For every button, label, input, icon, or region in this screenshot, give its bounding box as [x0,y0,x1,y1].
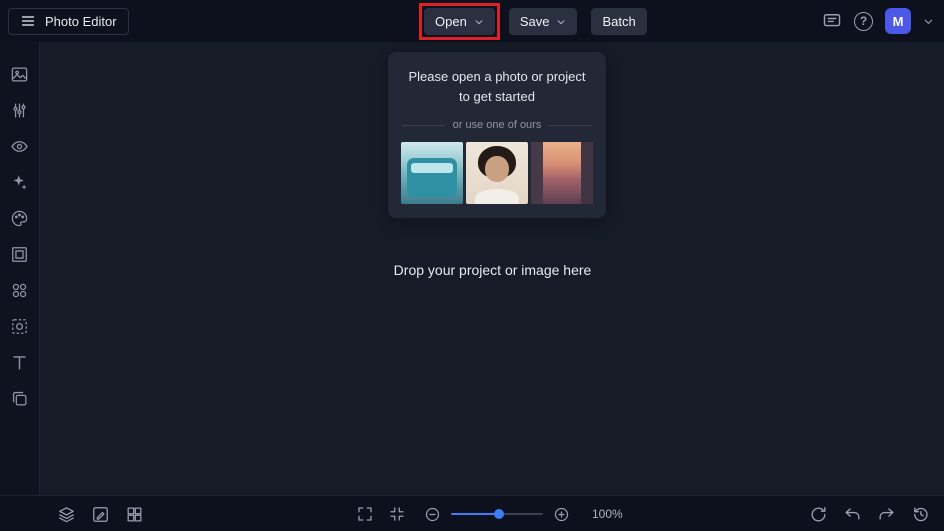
batch-button[interactable]: Batch [591,8,647,35]
avatar[interactable]: M [885,8,911,34]
photo-editor-app: Photo Editor Open Save Batch ? M Please … [0,0,944,531]
shirt-shape [474,189,520,205]
batch-button-label: Batch [602,14,636,29]
account-chevron-down-icon[interactable] [923,16,934,27]
cutout-mask-icon[interactable] [0,308,40,344]
face-shape [485,155,509,182]
elements-shapes-icon[interactable] [0,272,40,308]
history-controls [809,496,930,531]
drop-zone-text: Drop your project or image here [393,262,592,278]
fit-screen-icon[interactable] [388,505,406,523]
topbar-right: ? M [822,0,934,42]
redo-icon[interactable] [877,505,896,524]
fullscreen-icon[interactable] [356,505,374,523]
reset-rotate-icon[interactable] [809,505,828,524]
adjust-tool-icon[interactable] [0,92,40,128]
bottom-bar: 100% [0,495,944,531]
paint-palette-icon[interactable] [0,200,40,236]
sample-images [401,142,593,205]
divider [402,124,445,126]
grid-view-icon[interactable] [125,505,144,524]
text-tool-icon[interactable] [0,344,40,380]
tool-sidebar [0,42,40,495]
zoom-out-icon[interactable] [424,506,441,523]
zoom-level-label: 100% [592,507,623,521]
retouch-eye-icon[interactable] [0,128,40,164]
frame-tool-icon[interactable] [0,236,40,272]
divider [549,124,593,126]
chevron-down-icon [474,17,484,27]
welcome-title: Please open a photo or project to get st… [408,69,586,105]
preview-draw-icon[interactable] [91,505,110,524]
zoom-slider-knob[interactable] [494,509,504,519]
welcome-panel: Please open a photo or project to get st… [388,52,606,219]
welcome-subtitle-row: or use one of ours [402,119,593,132]
zoom-in-icon[interactable] [553,506,570,523]
layers-icon[interactable] [57,505,76,524]
sample-teal-van-photo[interactable] [401,142,463,205]
canvas-area[interactable]: Please open a photo or project to get st… [41,42,944,495]
welcome-subtitle: or use one of ours [452,119,542,132]
topbar-actions: Open Save Batch [419,3,647,40]
sample-portrait-photo[interactable] [466,142,528,205]
undo-icon[interactable] [843,505,862,524]
open-button-label: Open [435,14,467,29]
save-button-label: Save [519,14,550,29]
app-title: Photo Editor [45,13,117,29]
image-tool-icon[interactable] [0,56,40,92]
building-right-shape [580,142,593,205]
duplicate-pages-icon[interactable] [0,380,40,416]
save-button[interactable]: Save [508,8,578,35]
zoom-controls: 100% [356,496,623,531]
chevron-down-icon [556,17,566,27]
top-bar: Photo Editor Open Save Batch ? M [0,0,944,42]
open-button[interactable]: Open [419,3,500,40]
zoom-slider[interactable] [451,507,543,521]
feedback-icon[interactable] [822,11,842,31]
help-icon[interactable]: ? [854,11,873,31]
van-windshield-shape [410,162,454,173]
hamburger-menu-icon [20,13,36,29]
sample-canal-sunset-photo[interactable] [531,142,593,205]
building-left-shape [531,142,544,205]
bottombar-left [57,496,144,531]
history-icon[interactable] [911,505,930,524]
zoom-slider-fill [451,513,499,515]
effects-sparkle-icon[interactable] [0,164,40,200]
main-menu-button[interactable]: Photo Editor [8,7,129,35]
